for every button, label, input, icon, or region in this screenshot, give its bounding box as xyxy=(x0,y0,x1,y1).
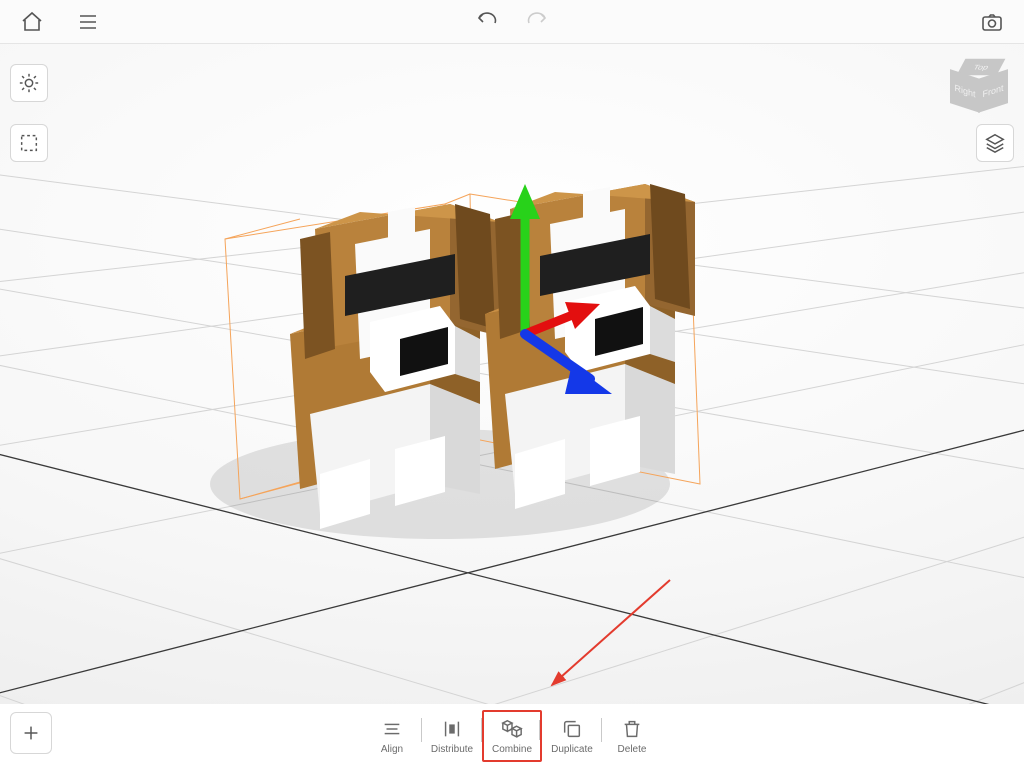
redo-icon xyxy=(525,10,549,34)
frame-selection-button[interactable] xyxy=(10,124,48,162)
align-icon xyxy=(381,718,403,740)
frame-icon xyxy=(18,132,40,154)
ground-grid xyxy=(0,44,1024,704)
trash-icon xyxy=(621,718,643,740)
viewport[interactable] xyxy=(0,44,1024,704)
layers-icon xyxy=(984,132,1006,154)
viewcube-right[interactable]: Right xyxy=(950,69,980,113)
viewcube-front[interactable]: Front xyxy=(978,69,1008,113)
undo-button[interactable] xyxy=(471,6,503,38)
layers-button[interactable] xyxy=(976,124,1014,162)
camera-icon xyxy=(980,10,1004,34)
delete-label: Delete xyxy=(618,744,647,755)
distribute-label: Distribute xyxy=(431,744,473,755)
combine-icon xyxy=(501,718,523,740)
home-icon xyxy=(20,10,44,34)
duplicate-label: Duplicate xyxy=(551,744,593,755)
duplicate-tool[interactable]: Duplicate xyxy=(542,710,602,762)
top-toolbar xyxy=(0,0,1024,44)
distribute-tool[interactable]: Distribute xyxy=(422,710,482,762)
align-label: Align xyxy=(381,744,403,755)
menu-button[interactable] xyxy=(72,6,104,38)
combine-label: Combine xyxy=(492,744,532,755)
view-cube[interactable]: Top Right Front xyxy=(948,56,1010,118)
combine-tool[interactable]: Combine xyxy=(482,710,542,762)
distribute-icon xyxy=(441,718,463,740)
align-tool[interactable]: Align xyxy=(362,710,422,762)
home-button[interactable] xyxy=(16,6,48,38)
screenshot-button[interactable] xyxy=(976,6,1008,38)
delete-tool[interactable]: Delete xyxy=(602,710,662,762)
redo-button[interactable] xyxy=(521,6,553,38)
bottom-toolbar: Align Distribute Combine Duplicate Delet… xyxy=(0,704,1024,768)
lighting-button[interactable] xyxy=(10,64,48,102)
duplicate-icon xyxy=(561,718,583,740)
sun-icon xyxy=(18,72,40,94)
hamburger-icon xyxy=(76,10,100,34)
undo-icon xyxy=(475,10,499,34)
